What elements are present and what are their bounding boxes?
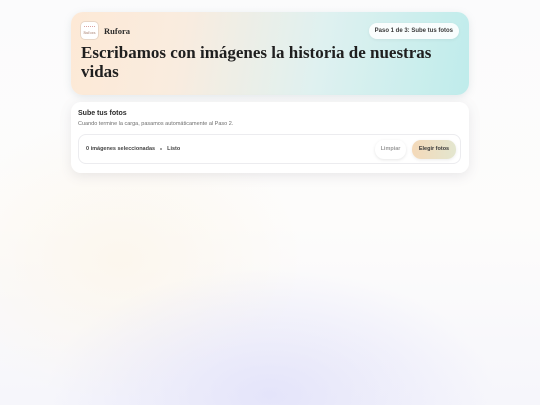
brand[interactable]: Rufora Rufora: [81, 22, 130, 39]
status-label: Listo: [167, 146, 181, 152]
upload-subtitle: Cuando termine la carga, pasamos automát…: [78, 121, 234, 127]
upload-title: Sube tus fotos: [78, 110, 127, 117]
selected-count: 0 imágenes seleccionadas: [86, 146, 156, 152]
page-title: Escribamos con imágenes la historia de n…: [81, 43, 432, 81]
step-badge: Paso 1 de 3: Sube tus fotos: [368, 23, 459, 39]
upload-card: Sube tus fotos Cuando termine la carga, …: [71, 102, 469, 173]
brand-name: Rufora: [104, 25, 130, 36]
upload-status: 0 imágenes seleccionadas Listo: [86, 135, 180, 163]
hero-header: Rufora Rufora Paso 1 de 3: Sube tus foto…: [71, 12, 469, 95]
logo: Rufora: [81, 22, 98, 39]
logo-wordmark: Rufora: [83, 31, 96, 35]
choose-photos-button[interactable]: Elegir fotos: [412, 140, 456, 159]
clear-button[interactable]: Limpiar: [375, 140, 406, 159]
logo-dots-icon: [84, 26, 95, 30]
separator-dot-icon: [160, 147, 163, 150]
upload-dropzone[interactable]: 0 imágenes seleccionadas Listo Limpiar El…: [78, 134, 461, 164]
